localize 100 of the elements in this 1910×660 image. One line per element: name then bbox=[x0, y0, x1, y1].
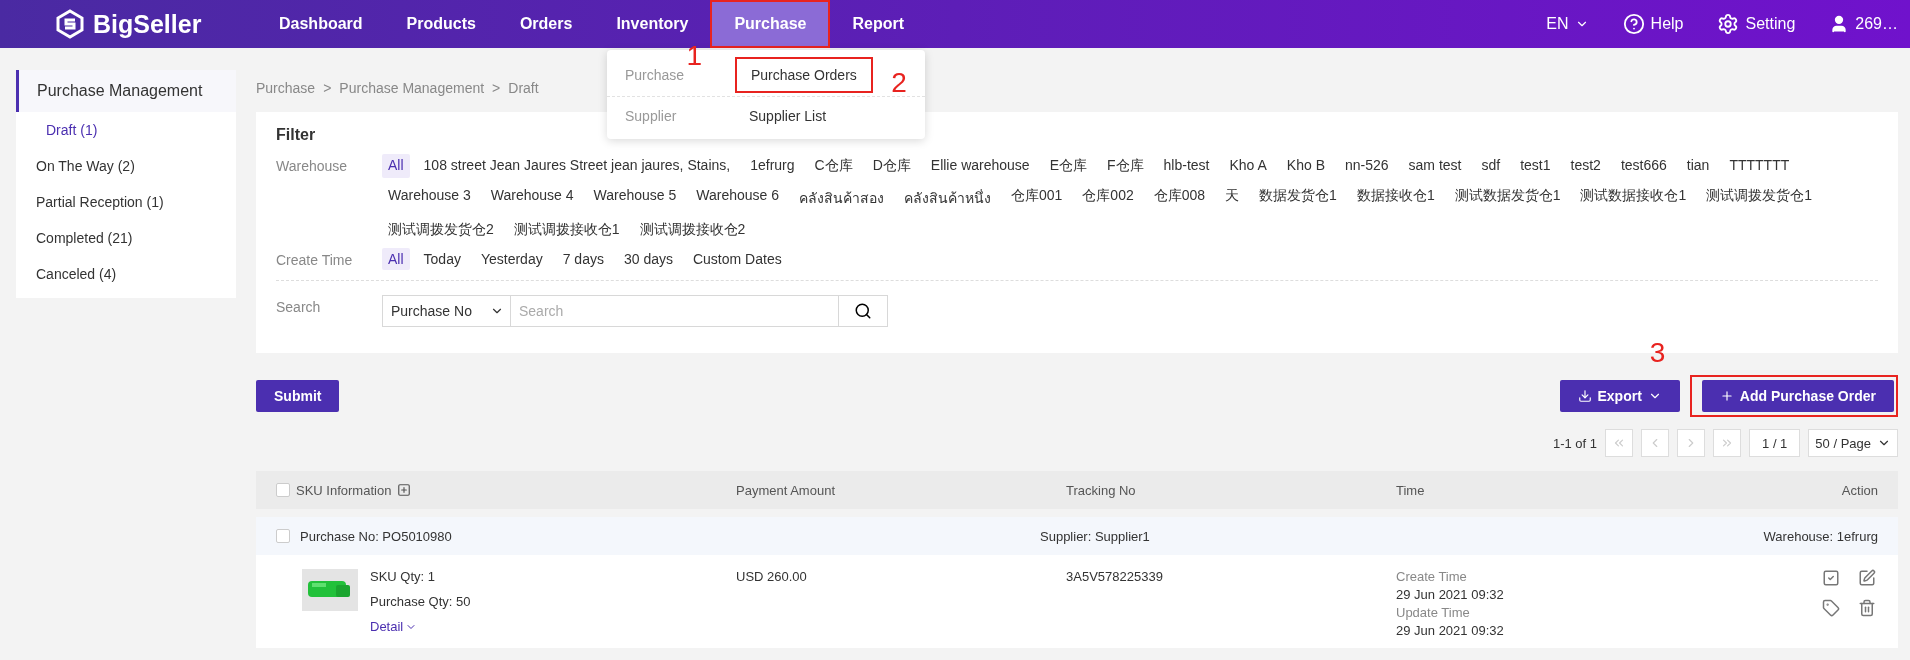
time-value: 29 Jun 2021 09:32 bbox=[1396, 587, 1505, 602]
nav-tab[interactable]: Report bbox=[830, 0, 926, 48]
help-link[interactable]: Help bbox=[1622, 13, 1684, 35]
filter-option[interactable]: C仓库 bbox=[808, 154, 859, 178]
filter-option[interactable]: test2 bbox=[1564, 154, 1607, 178]
filter-option[interactable]: TTTTTTT bbox=[1723, 154, 1796, 178]
menu-item[interactable]: Supplier List bbox=[735, 100, 841, 132]
checkbox[interactable] bbox=[276, 483, 290, 497]
logo-icon bbox=[55, 9, 85, 39]
sidebar-item[interactable]: On The Way (2) bbox=[16, 148, 236, 184]
delete-icon[interactable] bbox=[1858, 599, 1876, 617]
filter-option[interactable]: 测试调拨接收仓2 bbox=[633, 218, 752, 242]
settings-icon bbox=[1717, 13, 1740, 35]
filter-option[interactable]: nn-526 bbox=[1339, 154, 1395, 178]
warehouse-name: Warehouse: 1efrurg bbox=[1763, 528, 1878, 544]
detail-link[interactable]: Detail bbox=[370, 619, 471, 634]
time-value: 29 Jun 2021 09:32 bbox=[1396, 623, 1505, 638]
nav-tab[interactable]: Orders bbox=[497, 0, 595, 48]
filter-option[interactable]: 仓库002 bbox=[1076, 184, 1140, 212]
filter-option[interactable]: 数据发货仓1 bbox=[1253, 184, 1343, 212]
filter-option[interactable]: Yesterday bbox=[474, 248, 549, 270]
filter-option[interactable]: D仓库 bbox=[866, 154, 917, 178]
filter-option[interactable]: Kho A bbox=[1223, 154, 1273, 178]
purchase-number: Purchase No: PO5010980 bbox=[300, 528, 453, 544]
filter-option[interactable]: 1efrurg bbox=[744, 154, 801, 178]
filter-option[interactable]: tian bbox=[1680, 154, 1716, 178]
filter-option[interactable]: 测试调拨接收仓1 bbox=[507, 218, 626, 242]
filter-option[interactable]: 7 days bbox=[556, 248, 610, 270]
filter-label: Create Time bbox=[276, 251, 354, 268]
filter-option[interactable]: Kho B bbox=[1280, 154, 1331, 178]
filter-option[interactable]: Ellie warehouse bbox=[924, 154, 1036, 178]
sidebar-item[interactable]: Draft (1) bbox=[16, 112, 236, 148]
add-purchase-order-button[interactable]: Add Purchase Order bbox=[1701, 380, 1894, 412]
tag-icon[interactable] bbox=[1822, 599, 1840, 617]
filter-option[interactable]: sam test bbox=[1402, 154, 1468, 178]
column-header: Time bbox=[1396, 482, 1425, 498]
menu-item[interactable]: Purchase Orders bbox=[737, 59, 871, 91]
filter-option[interactable]: Warehouse 6 bbox=[690, 184, 785, 212]
step-number: 1 bbox=[686, 42, 702, 70]
nav-tab[interactable]: Dashboard bbox=[257, 0, 385, 48]
download-icon bbox=[1577, 389, 1592, 403]
filter-option[interactable]: 30 days bbox=[617, 248, 679, 270]
submit-button[interactable]: Submit bbox=[256, 380, 340, 412]
step-number: 3 bbox=[1649, 339, 1666, 367]
filter-option[interactable]: คลังสินค้าหนึ่ง bbox=[898, 184, 997, 212]
filter-option[interactable]: 测试调拨发货仓1 bbox=[1700, 184, 1819, 212]
filter-option[interactable]: E仓库 bbox=[1043, 154, 1093, 178]
time-label: Create Time bbox=[1396, 569, 1468, 584]
sidebar-item[interactable]: Partial Reception (1) bbox=[16, 184, 236, 220]
tracking-number: 3A5V578225339 bbox=[1066, 569, 1164, 584]
user-menu[interactable]: 269… bbox=[1829, 14, 1898, 34]
filter-option[interactable]: 仓库008 bbox=[1147, 184, 1212, 212]
column-header: Action bbox=[1841, 482, 1878, 498]
supplier-name: Supplier: Supplier1 bbox=[1040, 528, 1150, 544]
step-number: 2 bbox=[891, 69, 907, 97]
logo-text: BigSeller bbox=[93, 9, 202, 39]
time-label: Update Time bbox=[1396, 605, 1471, 620]
search-button[interactable] bbox=[839, 295, 888, 327]
filter-option[interactable]: Warehouse 3 bbox=[382, 184, 477, 212]
column-header: Payment Amount bbox=[736, 482, 835, 498]
filter-option[interactable]: Warehouse 4 bbox=[484, 184, 580, 212]
filter-option[interactable]: 测试调拨发货仓2 bbox=[382, 218, 500, 242]
filter-option[interactable]: 测试数据接收仓1 bbox=[1574, 184, 1693, 212]
edit-icon[interactable] bbox=[1858, 569, 1876, 587]
language-menu[interactable]: EN bbox=[1546, 15, 1589, 33]
filter-option[interactable]: test1 bbox=[1514, 154, 1557, 178]
filter-option[interactable]: sdf bbox=[1475, 154, 1507, 178]
sidebar-item[interactable]: Completed (21) bbox=[16, 220, 236, 256]
checkbox[interactable] bbox=[276, 529, 290, 543]
page-field[interactable]: 1 / 1 bbox=[1749, 429, 1801, 457]
page-size-select[interactable]: 50 / Page bbox=[1808, 429, 1898, 457]
filter-option[interactable]: Warehouse 5 bbox=[587, 184, 683, 212]
filter-option[interactable]: F仓库 bbox=[1101, 154, 1150, 178]
column-header: SKU Information bbox=[296, 482, 392, 498]
search-field[interactable]: Search bbox=[511, 295, 839, 327]
breadcrumb-separator: > bbox=[492, 80, 501, 96]
setting-link[interactable]: Setting bbox=[1717, 13, 1796, 35]
filter-option[interactable]: All bbox=[382, 154, 410, 178]
search-type-select[interactable]: Purchase No bbox=[382, 295, 511, 327]
filter-title: Filter bbox=[276, 126, 316, 144]
filter-option[interactable]: Custom Dates bbox=[686, 248, 788, 270]
filter-option[interactable]: 天 bbox=[1219, 184, 1246, 212]
filter-option[interactable]: 仓库001 bbox=[1005, 184, 1069, 212]
filter-option[interactable]: All bbox=[382, 248, 410, 270]
sku-quantity: SKU Qty: 1 bbox=[370, 569, 437, 584]
filter-option[interactable]: 108 street Jean Jaures Street jean jaures, Stains, bbox=[417, 154, 737, 178]
nav-tab[interactable]: Products bbox=[384, 0, 498, 48]
sidebar-item[interactable]: Canceled (4) bbox=[16, 256, 236, 292]
export-button[interactable]: Export bbox=[1559, 380, 1680, 412]
nav-tab[interactable]: Purchase bbox=[712, 2, 829, 46]
sidebar-title: Purchase Management bbox=[16, 70, 236, 112]
filter-option[interactable]: 测试数据发货仓1 bbox=[1448, 184, 1567, 212]
filter-option[interactable]: test666 bbox=[1614, 154, 1673, 178]
filter-option[interactable]: 数据接收仓1 bbox=[1350, 184, 1441, 212]
filter-option[interactable]: Today bbox=[417, 248, 467, 270]
purchase-quantity: Purchase Qty: 50 bbox=[370, 594, 471, 609]
filter-option[interactable]: hlb-test bbox=[1157, 154, 1216, 178]
filter-label: Search bbox=[276, 298, 322, 315]
filter-option[interactable]: คลังสินค้าสอง bbox=[793, 184, 890, 212]
check-icon[interactable] bbox=[1822, 569, 1840, 587]
